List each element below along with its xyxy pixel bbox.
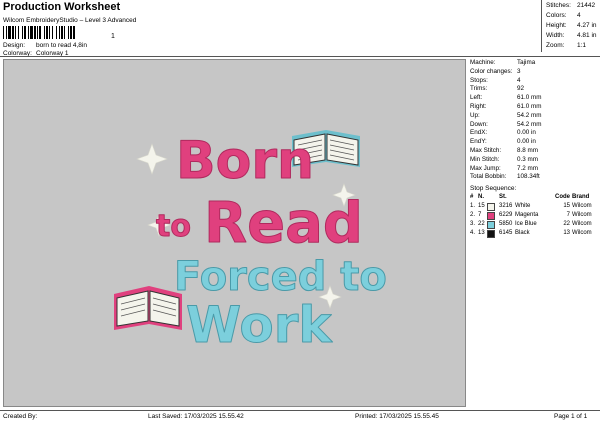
footer-page: Page 1 of 1 [554,413,588,420]
info-machine: Machine: Tajima [470,59,536,66]
info-total-bobbin: Total Bobbin: 108.34ft [470,173,540,181]
worksheet-title: Production Worksheet [3,1,121,13]
info-endx: EndX: 0.00 in [470,129,536,137]
stop-sequence-title: Stop Sequence: [470,185,517,192]
design-text-read: Read [204,191,363,256]
design-text-born: Born [176,131,314,191]
color-swatch-icon [487,230,495,238]
table-row: 1. 15 3216 White 15 Wilcom [470,203,592,211]
table-row: 4. 13 6145 Black 13 Wilcom [470,230,592,238]
barcode-suffix: 1 [111,33,115,39]
design-text-forced-to: Forced to [174,254,387,300]
design-preview: Born to Read Forced to Work [3,59,466,407]
top-stats-panel: Stitches: 21442 Colors: 4 Height: 4.27 in W… [543,2,598,52]
open-book-icon [114,286,182,330]
info-right: Right: 61.0 mm [470,102,542,110]
design-label: Design: [3,42,26,49]
machine-info-panel: Machine: Tajima Color changes: 3 Stops: 4 T… [470,59,598,182]
stat-stitches: Stitches: 21442 [546,2,596,9]
stop-sequence-table: # N. St. Code Brand 1. 15 3216 White 15 … [470,194,598,239]
design-text-work: Work [186,296,333,354]
info-endy: EndY: 0.00 in [470,138,536,146]
stop-sequence-header: # N. St. Code Brand [470,194,590,200]
footer-printed: Printed: 17/03/2025 15.55.45 [355,413,439,420]
footer-last-saved: Last Saved: 17/03/2025 15.55.42 [148,413,244,420]
info-trims: Trims: 92 [470,85,525,93]
design-value: born to read 4,8in [36,42,87,49]
sparkle-icon [136,143,168,175]
stat-zoom: Zoom: 1:1 [546,42,587,49]
info-up: Up: 54.2 mm [470,111,542,119]
embroidery-design: Born to Read Forced to Work [114,130,387,355]
design-text-to: to [156,209,191,244]
info-color-changes: Color changes: 3 [470,67,521,75]
info-min-stitch: Min Stitch: 0.3 mm [470,155,538,163]
table-row: 3. 22 5850 Ice Blue 22 Wilcom [470,221,592,229]
color-swatch-icon [487,221,495,229]
info-down: Down: 54.2 mm [470,120,542,128]
header-separator [0,56,600,57]
color-swatch-icon [487,203,495,211]
stat-height: Height: 4.27 in [546,22,597,29]
info-left: Left: 61.0 mm [470,94,542,102]
color-swatch-icon [487,212,495,220]
footer-created-by: Created By: [3,413,38,420]
footer-separator [0,410,600,411]
table-row: 2. 7 6229 Magenta 7 Wilcom [470,212,592,220]
stat-colors: Colors: 4 [546,12,581,19]
header-divider [541,0,542,52]
software-subtitle: Wilcom EmbroideryStudio – Level 3 Advanc… [3,17,137,24]
barcode: 1 [3,26,115,39]
info-max-jump: Max Jump: 7.2 mm [470,164,538,172]
stat-width: Width: 4.81 in [546,32,597,39]
info-stops: Stops: 4 [470,76,521,84]
info-max-stitch: Max Stitch: 8.8 mm [470,146,538,154]
